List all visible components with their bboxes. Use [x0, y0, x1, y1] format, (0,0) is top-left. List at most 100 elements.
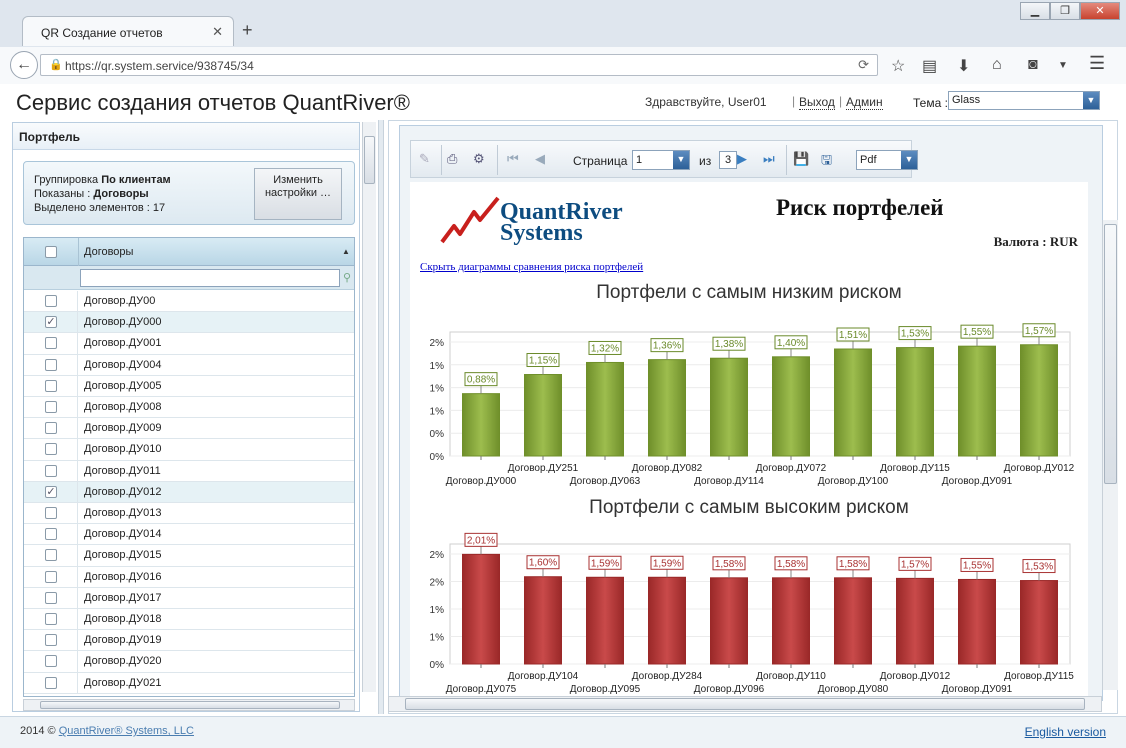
download-icon[interactable]: ⬇	[957, 56, 970, 76]
y-tick-label: 1%	[430, 384, 445, 395]
row-checkbox[interactable]	[45, 358, 57, 371]
browser-tab[interactable]: QR Создание отчетов ✕	[22, 16, 234, 46]
nav-bar: ← 🔒 https://qr.system.service/938745/34 …	[0, 47, 1126, 84]
chevron-down-icon[interactable]: ▼	[673, 151, 689, 169]
row-checkbox[interactable]	[45, 464, 57, 477]
close-window-icon[interactable]: ✕	[1080, 2, 1120, 20]
scrollbar-thumb[interactable]	[40, 701, 340, 709]
table-row[interactable]: Договор.ДУ00	[24, 291, 354, 313]
bookmark-star-icon[interactable]: ☆	[891, 56, 905, 76]
scrollbar-thumb[interactable]	[364, 136, 375, 184]
row-label: Договор.ДУ018	[84, 613, 162, 625]
table-row[interactable]: ✓ Договор.ДУ012	[24, 481, 354, 503]
close-tab-icon[interactable]: ✕	[212, 24, 223, 40]
table-row[interactable]: Договор.ДУ016	[24, 566, 354, 588]
scrollbar-thumb[interactable]	[405, 698, 1085, 710]
back-icon[interactable]: ←	[10, 51, 38, 79]
url-bar[interactable]: 🔒 https://qr.system.service/938745/34 ⟳	[40, 54, 878, 76]
report-horizontal-scrollbar[interactable]	[388, 696, 1102, 712]
save-as-icon[interactable]: 🖫	[821, 151, 832, 173]
company-link[interactable]: QuantRiver® Systems, LLC	[59, 725, 194, 737]
row-checkbox[interactable]	[45, 549, 57, 562]
table-row[interactable]: Договор.ДУ018	[24, 609, 354, 631]
reading-list-icon[interactable]: ▤	[922, 56, 937, 76]
checkbox-cell	[24, 651, 78, 672]
table-row[interactable]: Договор.ДУ005	[24, 375, 354, 397]
export-format-select[interactable]: Pdf ▼	[856, 150, 918, 170]
row-checkbox[interactable]	[45, 507, 57, 519]
row-checkbox[interactable]	[45, 613, 57, 625]
row-checkbox[interactable]	[45, 591, 57, 604]
row-checkbox[interactable]	[45, 655, 57, 668]
chevron-down-icon[interactable]: ▼	[1058, 60, 1068, 71]
row-checkbox[interactable]: ✓	[45, 316, 57, 329]
home-icon[interactable]: ⌂	[992, 56, 1002, 74]
table-row[interactable]: Договор.ДУ019	[24, 630, 354, 652]
save-icon[interactable]: 💾	[793, 151, 809, 167]
print-icon[interactable]: ⎙	[447, 151, 457, 167]
admin-link[interactable]: Админ	[846, 95, 883, 110]
pocket-icon[interactable]: ◙	[1028, 56, 1038, 74]
sort-up-icon[interactable]: ▲	[342, 247, 350, 256]
table-row[interactable]: Договор.ДУ020	[24, 651, 354, 673]
table-row[interactable]: Договор.ДУ001	[24, 333, 354, 355]
maximize-icon[interactable]: ❐	[1050, 2, 1080, 20]
table-row[interactable]: Договор.ДУ011	[24, 460, 354, 482]
table-row[interactable]: ✓ Договор.ДУ000	[24, 312, 354, 334]
horizontal-scrollbar[interactable]	[23, 699, 355, 711]
last-page-icon[interactable]: ⏭	[763, 151, 775, 167]
row-checkbox[interactable]	[45, 295, 57, 307]
prev-page-icon[interactable]: ◀	[535, 151, 545, 167]
report-vertical-scrollbar[interactable]	[1102, 220, 1118, 690]
table-row[interactable]: Договор.ДУ009	[24, 418, 354, 440]
table-row[interactable]: Договор.ДУ008	[24, 397, 354, 419]
table-row[interactable]: Договор.ДУ017	[24, 587, 354, 609]
row-checkbox[interactable]	[45, 337, 57, 350]
page-select[interactable]: 1 ▼	[632, 150, 690, 170]
table-row[interactable]: Договор.ДУ013	[24, 503, 354, 525]
row-checkbox[interactable]	[45, 422, 57, 435]
grid-filter-row: ⚲	[24, 266, 354, 290]
minimize-icon[interactable]: ▁	[1020, 2, 1050, 20]
theme-select[interactable]: Glass ▼	[948, 91, 1100, 110]
panel-splitter[interactable]	[378, 120, 384, 714]
row-checkbox[interactable]	[45, 528, 57, 541]
chevron-down-icon[interactable]: ▼	[1083, 92, 1099, 109]
table-row[interactable]: Договор.ДУ014	[24, 524, 354, 546]
english-version-link[interactable]: English version	[1025, 725, 1106, 739]
select-all-checkbox[interactable]	[45, 246, 57, 258]
scrollbar-thumb[interactable]	[1104, 224, 1117, 484]
menu-icon[interactable]: ☰	[1089, 53, 1105, 74]
x-tick-label: Договор.ДУ115	[1004, 671, 1074, 682]
column-header-contracts[interactable]: Договоры	[84, 246, 133, 258]
table-row[interactable]: Договор.ДУ010	[24, 439, 354, 461]
reload-icon[interactable]: ⟳	[858, 57, 869, 73]
print-settings-icon[interactable]: ⚙	[473, 151, 485, 167]
row-label: Договор.ДУ010	[84, 443, 162, 456]
table-row[interactable]: Договор.ДУ004	[24, 354, 354, 376]
pencil-icon[interactable]: ✎	[419, 151, 430, 167]
row-checkbox[interactable]	[45, 634, 57, 647]
url-text: https://qr.system.service/938745/34	[65, 59, 254, 73]
checkbox-cell	[24, 354, 78, 375]
chevron-down-icon[interactable]: ▼	[901, 151, 917, 169]
table-row[interactable]: Договор.ДУ015	[24, 545, 354, 567]
row-checkbox[interactable]: ✓	[45, 485, 57, 498]
row-checkbox[interactable]	[45, 443, 57, 456]
y-tick-label: 0%	[430, 452, 445, 463]
first-page-icon[interactable]: ⏮	[507, 151, 519, 167]
table-row[interactable]: Договор.ДУ021	[24, 672, 354, 694]
next-page-icon[interactable]: ▶	[737, 151, 747, 167]
change-settings-button[interactable]: Изменить настройки …	[254, 168, 342, 220]
row-checkbox[interactable]	[45, 676, 57, 689]
row-checkbox[interactable]	[45, 401, 57, 413]
vertical-scrollbar[interactable]	[362, 122, 376, 692]
logo-line2: Systems	[500, 220, 583, 246]
filter-input[interactable]	[80, 269, 340, 287]
new-tab-icon[interactable]: +	[242, 20, 253, 41]
row-checkbox[interactable]	[45, 379, 57, 392]
toggle-charts-link[interactable]: Скрыть диаграммы сравнения риска портфел…	[420, 261, 643, 273]
logout-link[interactable]: Выход	[799, 95, 835, 110]
filter-icon[interactable]: ⚲	[343, 271, 351, 284]
row-checkbox[interactable]	[45, 570, 57, 583]
